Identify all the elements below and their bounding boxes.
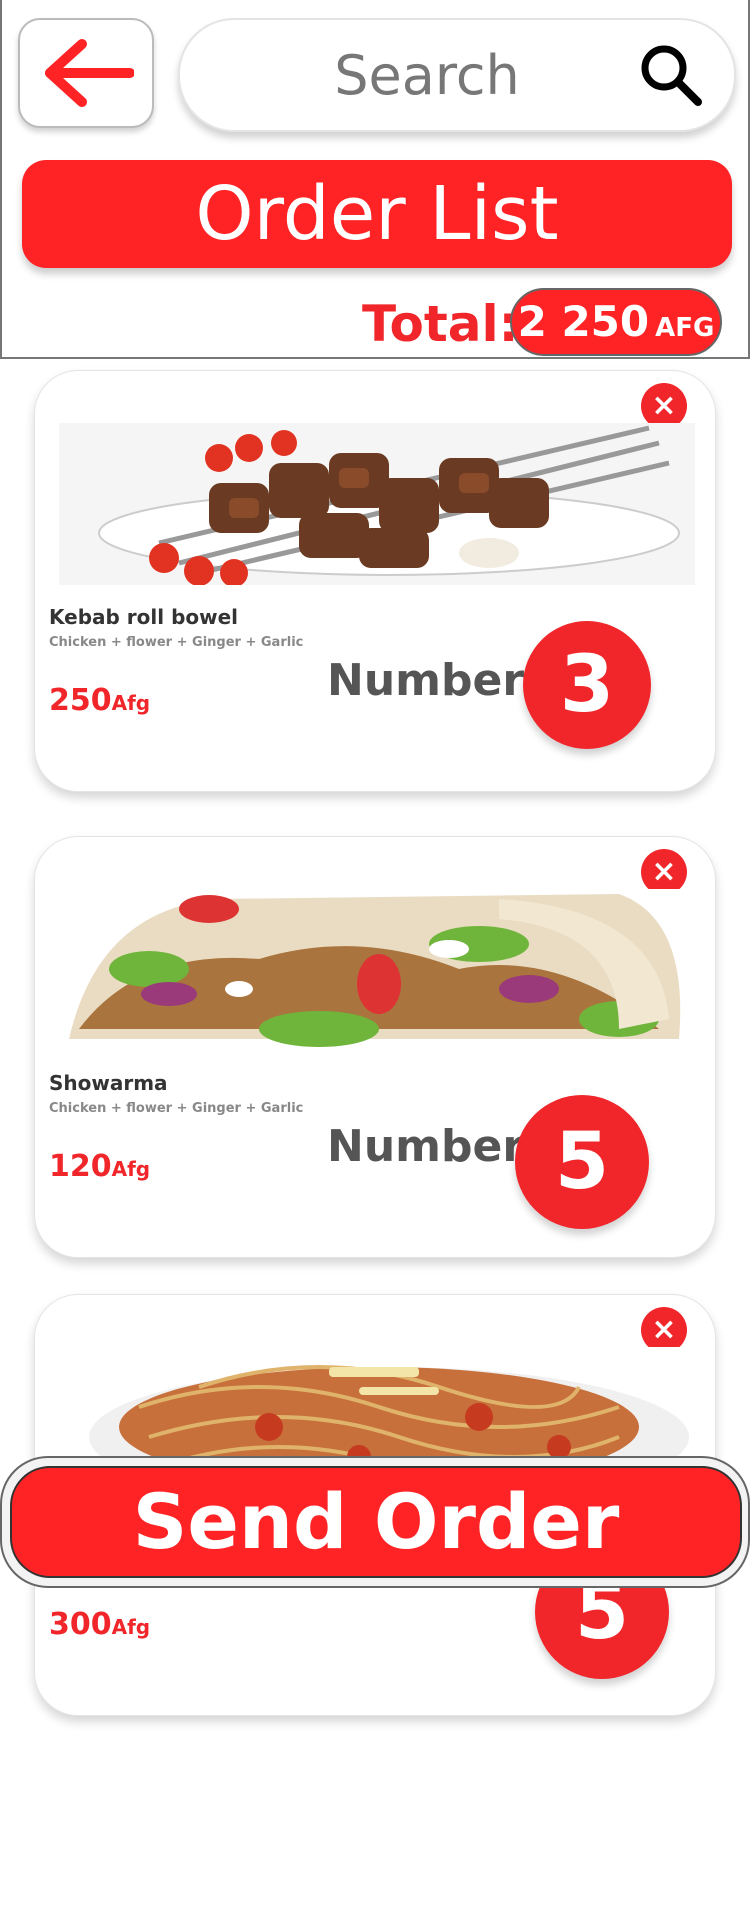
back-button[interactable] — [18, 18, 154, 128]
item-name: Showarma — [49, 1071, 168, 1095]
quantity-badge[interactable]: 3 — [523, 621, 651, 749]
price-currency: Afg — [111, 691, 151, 715]
order-item-card: × Showarma Chicken + flower + Ginger + G… — [34, 836, 716, 1258]
total-currency: AFG — [655, 313, 715, 343]
item-ingredients: Chicken + flower + Ginger + Garlic — [49, 1101, 304, 1116]
number-label: Number: — [327, 655, 542, 706]
header: Search Order List Total: 2 250 AFG — [0, 0, 750, 359]
item-name: Kebab roll bowel — [49, 605, 239, 629]
total-amount: 2 250 — [517, 297, 650, 346]
send-order-button[interactable]: Send Order — [10, 1466, 742, 1578]
item-price: 120Afg — [49, 1149, 150, 1184]
search-input[interactable]: Search — [180, 46, 674, 106]
search-bar[interactable]: Search — [178, 18, 736, 132]
arrow-left-icon — [45, 39, 134, 107]
order-item-card: × Kebab roll bowel Chicken + flower + Gi… — [34, 370, 716, 792]
food-image-kebab — [59, 423, 695, 585]
number-label: Number: — [327, 1121, 542, 1172]
search-icon[interactable] — [638, 42, 704, 108]
total-badge: 2 250 AFG — [510, 288, 722, 356]
price-currency: Afg — [111, 1615, 151, 1639]
price-value: 300 — [49, 1607, 112, 1642]
item-price: 250Afg — [49, 683, 150, 718]
food-image-showarma — [59, 889, 695, 1051]
quantity-badge[interactable]: 5 — [515, 1095, 649, 1229]
total-label: Total: — [362, 295, 519, 353]
item-price: 300Afg — [49, 1607, 150, 1642]
price-value: 120 — [49, 1149, 112, 1184]
price-value: 250 — [49, 683, 112, 718]
item-ingredients: Chicken + flower + Ginger + Garlic — [49, 635, 304, 650]
page-title: Order List — [22, 160, 732, 268]
send-order-container: Send Order — [0, 1456, 750, 1588]
price-currency: Afg — [111, 1157, 151, 1181]
